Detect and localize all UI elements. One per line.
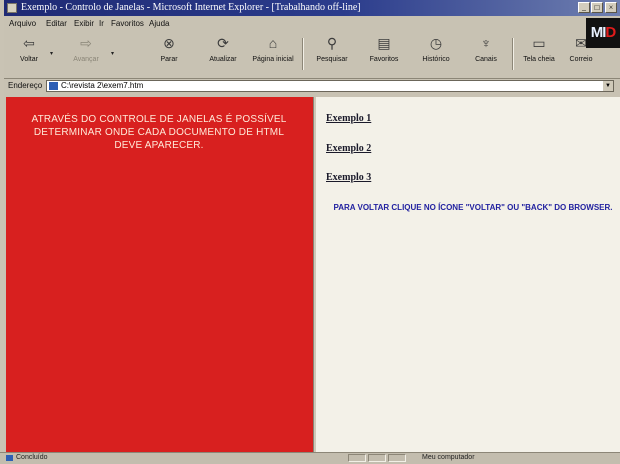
fullscreen-button[interactable]: ▭ Tela cheia — [518, 34, 560, 74]
left-frame-text: ATRAVÉS DO CONTROLE DE JANELAS É POSSÍVE… — [31, 114, 287, 151]
stop-button[interactable]: ⊗ Parar — [152, 34, 186, 74]
title-bar: Exemplo - Controlo de Janelas - Microsof… — [4, 0, 620, 16]
status-panel — [368, 454, 386, 462]
address-bar: Endereço C:\revista 2\exem7.htm ▼ — [4, 78, 620, 95]
refresh-icon: ⟳ — [217, 35, 229, 51]
toolbar-separator — [302, 38, 304, 70]
fullscreen-icon: ▭ — [532, 35, 546, 51]
search-icon: ⚲ — [326, 35, 338, 51]
status-text: Concluído — [16, 454, 48, 461]
status-panel — [348, 454, 366, 462]
channels-button[interactable]: ♆ Canais — [466, 34, 506, 74]
left-frame: ATRAVÉS DO CONTROLE DE JANELAS É POSSÍVE… — [6, 97, 313, 452]
mail-button[interactable]: ✉ Correio — [564, 34, 598, 74]
menu-arquivo[interactable]: Arquivo — [9, 17, 36, 31]
forward-dropdown-icon[interactable]: ▾ — [111, 50, 114, 57]
menu-bar: Arquivo Editar Exibir Ir Favoritos Ajuda — [4, 17, 620, 31]
menu-editar[interactable]: Editar — [46, 17, 67, 31]
forward-button[interactable]: ⇨ Avançar — [66, 34, 106, 74]
forward-arrow-icon: ⇨ — [80, 35, 92, 51]
page-done-icon — [6, 455, 13, 461]
right-frame: Exemplo 1 Exemplo 2 Exemplo 3 PARA VOLTA… — [316, 97, 620, 452]
back-arrow-icon: ⇦ — [23, 35, 35, 51]
address-label: Endereço — [8, 81, 43, 90]
favorites-button[interactable]: ▤ Favoritos — [362, 34, 406, 74]
security-zone: Meu computador — [422, 454, 475, 461]
page-icon — [49, 82, 58, 90]
close-button[interactable]: × — [605, 2, 617, 13]
link-exemplo-2[interactable]: Exemplo 2 — [326, 143, 371, 154]
status-panel — [388, 454, 406, 462]
window-title: Exemplo - Controlo de Janelas - Microsof… — [21, 2, 361, 13]
link-exemplo-1[interactable]: Exemplo 1 — [326, 113, 371, 124]
home-icon: ⌂ — [268, 35, 278, 51]
address-input[interactable]: C:\revista 2\exem7.htm ▼ — [46, 80, 614, 92]
channels-icon: ♆ — [480, 35, 492, 51]
status-bar: Concluído Meu computador — [0, 452, 620, 464]
address-value: C:\revista 2\exem7.htm — [61, 81, 144, 90]
maximize-button[interactable]: □ — [591, 2, 603, 13]
mail-icon: ✉ — [575, 35, 587, 51]
minimize-button[interactable]: _ — [578, 2, 590, 13]
search-button[interactable]: ⚲ Pesquisar — [310, 34, 354, 74]
stop-icon: ⊗ — [163, 35, 175, 51]
menu-exibir[interactable]: Exibir — [74, 17, 94, 31]
ie-app-icon — [7, 3, 17, 13]
address-dropdown-icon[interactable]: ▼ — [603, 81, 613, 91]
history-icon: ◷ — [429, 35, 443, 51]
link-exemplo-3[interactable]: Exemplo 3 — [326, 172, 371, 183]
home-button[interactable]: ⌂ Página inicial — [250, 34, 296, 74]
menu-ir[interactable]: Ir — [99, 17, 104, 31]
back-instructions: PARA VOLTAR CLIQUE NO ÍCONE "VOLTAR" OU … — [333, 203, 613, 212]
favorites-icon: ▤ — [377, 35, 391, 51]
toolbar-separator — [512, 38, 514, 70]
refresh-button[interactable]: ⟳ Atualizar — [202, 34, 244, 74]
menu-ajuda[interactable]: Ajuda — [149, 17, 169, 31]
menu-favoritos[interactable]: Favoritos — [111, 17, 144, 31]
toolbar: ⇦ Voltar ▾ ⇨ Avançar ▾ ⊗ Parar ⟳ Atualiz… — [4, 32, 592, 76]
back-dropdown-icon[interactable]: ▾ — [50, 50, 53, 57]
history-button[interactable]: ◷ Histórico — [414, 34, 458, 74]
back-button[interactable]: ⇦ Voltar — [12, 34, 46, 74]
